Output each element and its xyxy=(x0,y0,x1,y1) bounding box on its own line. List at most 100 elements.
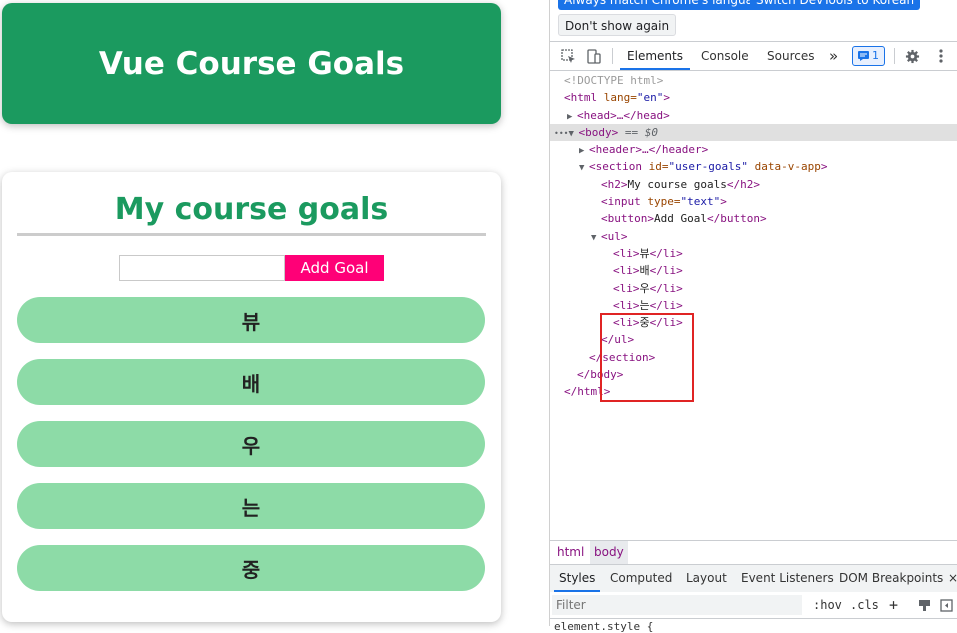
section-id-attr: id= xyxy=(641,160,669,174)
tab-console[interactable]: Console xyxy=(701,42,749,70)
breadcrumb: html body xyxy=(550,540,957,564)
li-close-tag: </li> xyxy=(649,264,683,278)
add-style-rule-icon[interactable]: + xyxy=(889,592,898,618)
goal-input[interactable] xyxy=(119,255,285,281)
toolbar-separator xyxy=(894,48,895,64)
message-icon xyxy=(858,51,869,61)
add-goal-button[interactable]: Add Goal xyxy=(285,255,384,281)
dom-node-head[interactable]: ▶ <head>…</head> xyxy=(550,107,957,124)
styles-pane-tabs: Styles Computed Layout Event Listeners D… xyxy=(550,564,957,593)
goal-item: 배 xyxy=(17,359,485,405)
tab-dom-breakpoints[interactable]: DOM Breakpoints xyxy=(839,565,943,592)
tab-event-listeners[interactable]: Event Listeners xyxy=(741,565,834,592)
app-title: Vue Course Goals xyxy=(98,45,405,82)
tab-sources[interactable]: Sources xyxy=(767,42,814,70)
li-close-tag: </li> xyxy=(649,316,683,330)
input-attr-value: "text" xyxy=(680,195,721,209)
button-text: Add Goal xyxy=(653,212,707,226)
goal-item: 는 xyxy=(17,483,485,529)
tab-styles[interactable]: Styles xyxy=(554,565,601,592)
dom-node-section-close[interactable]: </section> xyxy=(550,349,957,366)
input-tag: <input xyxy=(601,195,641,209)
styles-filter-bar: :hov .cls + xyxy=(550,592,957,619)
li-open-tag: <li> xyxy=(613,281,640,295)
section-app-attr: data-v-app xyxy=(747,160,821,174)
li-text: 중 xyxy=(639,316,650,330)
dom-node-section[interactable]: ▼ <section id="user-goals" data-v-app> xyxy=(550,158,957,175)
gear-icon[interactable] xyxy=(902,46,922,66)
section-tag-bracket: > xyxy=(820,160,828,174)
section-title: My course goals xyxy=(17,192,486,236)
issues-badge[interactable]: 1 xyxy=(852,46,885,66)
html-close-tag: </html> xyxy=(564,385,611,399)
dom-node-li[interactable]: <li>우</li> xyxy=(550,280,957,297)
tab-layout[interactable]: Layout xyxy=(686,565,727,592)
app-header: Vue Course Goals xyxy=(2,3,501,124)
li-text: 뷰 xyxy=(639,246,650,260)
tab-computed[interactable]: Computed xyxy=(610,565,672,592)
selected-node-marker: == $0 xyxy=(618,125,658,139)
goal-list: 뷰 배 우 는 중 xyxy=(17,297,485,607)
li-open-tag: <li> xyxy=(613,246,640,260)
hover-state-toggle[interactable]: :hov xyxy=(813,592,842,618)
ellipsis-icon[interactable]: ••• xyxy=(554,129,568,138)
dom-node-html[interactable]: <html lang="en"> xyxy=(550,89,957,106)
li-open-tag: <li> xyxy=(613,316,640,330)
dont-show-again-button[interactable]: Don't show again xyxy=(558,14,677,36)
match-language-button[interactable]: Always match Chrome's language xyxy=(558,0,774,10)
input-tag-bracket: > xyxy=(720,195,727,209)
header-tag: <header>…</header> xyxy=(589,143,709,157)
doctype-text: <!DOCTYPE html> xyxy=(564,74,664,87)
dom-node-h2[interactable]: <h2>My course goals</h2> xyxy=(550,176,957,193)
section-close-tag: </section> xyxy=(589,350,656,364)
dom-node-doctype[interactable]: <!DOCTYPE html> xyxy=(550,72,957,89)
section-id-value: "user-goals" xyxy=(668,160,748,174)
li-text: 우 xyxy=(639,281,650,295)
goal-item: 중 xyxy=(17,545,485,591)
device-toolbar-icon[interactable] xyxy=(583,46,603,66)
more-tabs-icon[interactable]: » xyxy=(829,42,838,70)
dom-node-header[interactable]: ▶ <header>…</header> xyxy=(550,141,957,158)
switch-language-button[interactable]: Switch DevTools to Korean xyxy=(750,0,921,10)
toolbar-separator xyxy=(612,48,613,64)
html-attr: lang= xyxy=(597,91,637,105)
body-close-tag: </body> xyxy=(577,368,624,382)
section-tag: <section xyxy=(589,160,642,174)
breadcrumb-body[interactable]: body xyxy=(590,541,628,564)
sidebar-toggle-icon[interactable] xyxy=(936,595,956,615)
li-open-tag: <li> xyxy=(613,264,640,278)
devtools-panel: Always match Chrome's language Switch De… xyxy=(549,0,957,633)
input-attr: type= xyxy=(640,195,681,209)
button-open-tag: <button> xyxy=(601,212,654,226)
dom-node-li[interactable]: <li>는</li> xyxy=(550,297,957,314)
element-style-rule: element.style { xyxy=(554,620,654,633)
dom-node-body-close[interactable]: </body> xyxy=(550,366,957,383)
dom-node-input[interactable]: <input type="text"> xyxy=(550,193,957,210)
kebab-menu-icon[interactable] xyxy=(931,46,951,66)
dom-node-li[interactable]: <li>중</li> xyxy=(550,314,957,331)
li-close-tag: </li> xyxy=(649,246,683,260)
dom-node-body-selected[interactable]: •••▼ <body> == $0 xyxy=(550,123,957,142)
dom-tree: <!DOCTYPE html> <html lang="en"> ▶ <head>… xyxy=(550,72,957,532)
class-toggle[interactable]: .cls xyxy=(850,592,879,618)
body-tag: <body> xyxy=(578,125,619,139)
app-viewport: Vue Course Goals My course goals Add Goa… xyxy=(0,0,549,626)
dom-node-ul-close[interactable]: </ul> xyxy=(550,331,957,348)
dom-node-html-close[interactable]: </html> xyxy=(550,383,957,400)
dom-node-button[interactable]: <button>Add Goal</button> xyxy=(550,210,957,227)
paint-brush-icon[interactable] xyxy=(914,595,934,615)
dom-node-li[interactable]: <li>배</li> xyxy=(550,262,957,279)
tab-elements[interactable]: Elements xyxy=(620,42,690,70)
head-tag: <head>…</head> xyxy=(577,108,670,122)
dom-node-ul[interactable]: ▼ <ul> xyxy=(550,228,957,245)
inspect-element-icon[interactable] xyxy=(558,46,578,66)
button-close-tag: </button> xyxy=(706,212,767,226)
dom-node-li[interactable]: <li>뷰</li> xyxy=(550,245,957,262)
styles-filter-input[interactable] xyxy=(552,595,802,615)
issues-count: 1 xyxy=(872,49,879,62)
breadcrumb-html[interactable]: html xyxy=(553,541,588,564)
more-styles-tabs-icon[interactable]: × xyxy=(948,565,957,592)
goal-form: Add Goal xyxy=(119,255,384,281)
html-tag: <html xyxy=(564,91,598,105)
li-close-tag: </li> xyxy=(649,281,683,295)
